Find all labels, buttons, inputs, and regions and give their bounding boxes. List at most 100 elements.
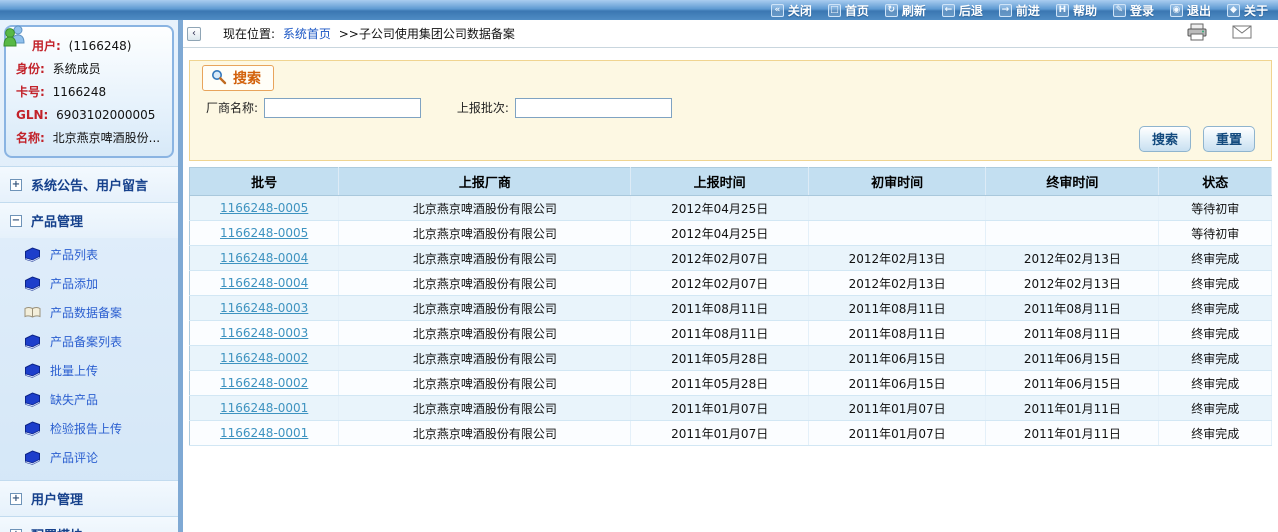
menu-section-user-management: + 用户管理 — [0, 480, 178, 516]
sidebar-item-product-data-record[interactable]: 产品数据备案 — [0, 298, 178, 327]
user-value: (1166248) — [69, 39, 132, 53]
sidebar-item-missing-products[interactable]: 缺失产品 — [0, 385, 178, 414]
expand-plus-icon: + — [10, 179, 22, 191]
toolbar-home-button[interactable]: □ 首页 — [828, 2, 869, 19]
breadcrumb-path: >>子公司使用集团公司数据备案 — [339, 27, 515, 41]
table-row: 1166248-0002 北京燕京啤酒股份有限公司 2011年05月28日 20… — [190, 371, 1272, 396]
report-date-cell: 2012年02月07日 — [631, 246, 808, 271]
batch-link[interactable]: 1166248-0005 — [220, 226, 308, 240]
sidebar-collapse-button[interactable]: ‹ — [187, 27, 201, 41]
toolbar-forward-button[interactable]: → 前进 — [999, 2, 1040, 19]
book-icon — [24, 421, 41, 436]
toolbar-logout-button[interactable]: ◉ 退出 — [1170, 2, 1211, 19]
sidebar-section-announcements[interactable]: + 系统公告、用户留言 — [0, 167, 178, 202]
initial-review-cell — [808, 221, 985, 246]
status-cell: 终审完成 — [1159, 371, 1272, 396]
sidebar-section-user-management[interactable]: + 用户管理 — [0, 481, 178, 516]
batch-link[interactable]: 1166248-0003 — [220, 301, 308, 315]
batch-link[interactable]: 1166248-0005 — [220, 201, 308, 215]
status-cell: 终审完成 — [1159, 296, 1272, 321]
book-icon — [24, 276, 41, 291]
report-date-cell: 2011年05月28日 — [631, 346, 808, 371]
status-cell: 终审完成 — [1159, 421, 1272, 446]
sidebar-item-product-add[interactable]: 产品添加 — [0, 269, 178, 298]
toolbar-item-icon: ◉ — [1170, 4, 1183, 17]
toolbar-item-icon: → — [999, 4, 1012, 17]
batch-field-label: 上报批次: — [457, 101, 509, 115]
batch-link[interactable]: 1166248-0002 — [220, 376, 308, 390]
manufacturer-name-input[interactable] — [264, 98, 421, 118]
sidebar-menu: + 系统公告、用户留言 − 产品管理 — [0, 166, 178, 532]
table-row: 1166248-0001 北京燕京啤酒股份有限公司 2011年01月07日 20… — [190, 396, 1272, 421]
batch-link[interactable]: 1166248-0002 — [220, 351, 308, 365]
report-date-cell: 2011年05月28日 — [631, 371, 808, 396]
initial-review-cell: 2011年08月11日 — [808, 296, 985, 321]
sidebar-section-config-module[interactable]: + 配置模块 — [0, 517, 178, 532]
manufacturer-cell: 北京燕京啤酒股份有限公司 — [339, 396, 631, 421]
final-review-cell: 2011年08月11日 — [986, 321, 1159, 346]
table-row: 1166248-0005 北京燕京啤酒股份有限公司 2012年04月25日 等待… — [190, 196, 1272, 221]
toolbar-about-button[interactable]: ◆ 关于 — [1227, 2, 1268, 19]
sidebar-item-batch-upload[interactable]: 批量上传 — [0, 356, 178, 385]
column-header-batch: 批号 — [190, 168, 339, 196]
report-batch-input[interactable] — [515, 98, 672, 118]
sidebar-item-inspection-upload[interactable]: 检验报告上传 — [0, 414, 178, 443]
manufacturer-cell: 北京燕京啤酒股份有限公司 — [339, 271, 631, 296]
records-table: 批号 上报厂商 上报时间 初审时间 终审时间 状态 1166248-0005 北… — [189, 167, 1272, 446]
gln-label: GLN: — [16, 108, 48, 122]
book-icon — [24, 392, 41, 407]
batch-link[interactable]: 1166248-0004 — [220, 251, 308, 265]
table-row: 1166248-0003 北京燕京啤酒股份有限公司 2011年08月11日 20… — [190, 296, 1272, 321]
search-tab: 搜索 — [202, 65, 274, 91]
top-toolbar: « 关闭 □ 首页 ↻ 刷新 ← 后退 → 前进 — [0, 0, 1278, 20]
toolbar-refresh-button[interactable]: ↻ 刷新 — [885, 2, 926, 19]
toolbar-item-label: 关于 — [1244, 2, 1268, 19]
column-header-status: 状态 — [1159, 168, 1272, 196]
toolbar-item-icon: ◆ — [1227, 4, 1240, 17]
users-icon — [2, 23, 28, 50]
toolbar-back-button[interactable]: ← 后退 — [942, 2, 983, 19]
batch-link[interactable]: 1166248-0003 — [220, 326, 308, 340]
final-review-cell: 2011年06月15日 — [986, 346, 1159, 371]
search-button[interactable]: 搜索 — [1139, 126, 1191, 152]
batch-link[interactable]: 1166248-0001 — [220, 426, 308, 440]
toolbar-help-button[interactable]: H 帮助 — [1056, 2, 1097, 19]
final-review-cell: 2012年02月13日 — [986, 246, 1159, 271]
sidebar-item-product-comments[interactable]: 产品评论 — [0, 443, 178, 472]
sidebar-section-product-management[interactable]: − 产品管理 — [0, 203, 178, 238]
toolbar-login-button[interactable]: ✎ 登录 — [1113, 2, 1154, 19]
status-cell: 等待初审 — [1159, 196, 1272, 221]
reset-button[interactable]: 重置 — [1203, 126, 1255, 152]
toolbar-item-label: 前进 — [1016, 2, 1040, 19]
search-fields-row: 厂商名称: 上报批次: — [206, 98, 1271, 118]
sidebar-item-product-list[interactable]: 产品列表 — [0, 240, 178, 269]
print-icon[interactable] — [1186, 23, 1208, 44]
mail-icon[interactable] — [1232, 25, 1252, 42]
toolbar-item-icon: « — [771, 4, 784, 17]
toolbar-close-button[interactable]: « 关闭 — [771, 2, 812, 19]
toolbar-item-icon: □ — [828, 4, 841, 17]
final-review-cell — [986, 221, 1159, 246]
batch-link[interactable]: 1166248-0004 — [220, 276, 308, 290]
report-date-cell: 2012年04月25日 — [631, 196, 808, 221]
column-header-initial-review: 初审时间 — [808, 168, 985, 196]
table-header-row: 批号 上报厂商 上报时间 初审时间 终审时间 状态 — [190, 168, 1272, 196]
breadcrumb: 现在位置: 系统首页 >>子公司使用集团公司数据备案 — [223, 25, 515, 42]
status-cell: 终审完成 — [1159, 346, 1272, 371]
table-row: 1166248-0004 北京燕京啤酒股份有限公司 2012年02月07日 20… — [190, 246, 1272, 271]
table-row: 1166248-0001 北京燕京啤酒股份有限公司 2011年01月07日 20… — [190, 421, 1272, 446]
column-header-report-date: 上报时间 — [631, 168, 808, 196]
expand-plus-icon: + — [10, 493, 22, 505]
batch-link[interactable]: 1166248-0001 — [220, 401, 308, 415]
toolbar-item-label: 登录 — [1130, 2, 1154, 19]
toolbar-item-label: 关闭 — [788, 2, 812, 19]
table-row: 1166248-0004 北京燕京啤酒股份有限公司 2012年02月07日 20… — [190, 271, 1272, 296]
sidebar-item-product-record-list[interactable]: 产品备案列表 — [0, 327, 178, 356]
report-date-cell: 2011年08月11日 — [631, 321, 808, 346]
final-review-cell: 2011年01月11日 — [986, 396, 1159, 421]
table-row: 1166248-0003 北京燕京啤酒股份有限公司 2011年08月11日 20… — [190, 321, 1272, 346]
breadcrumb-home-link[interactable]: 系统首页 — [283, 27, 331, 41]
menu-section-product-management: − 产品管理 — [0, 202, 178, 480]
initial-review-cell: 2011年06月15日 — [808, 346, 985, 371]
gln-value: 6903102000005 — [56, 108, 155, 122]
